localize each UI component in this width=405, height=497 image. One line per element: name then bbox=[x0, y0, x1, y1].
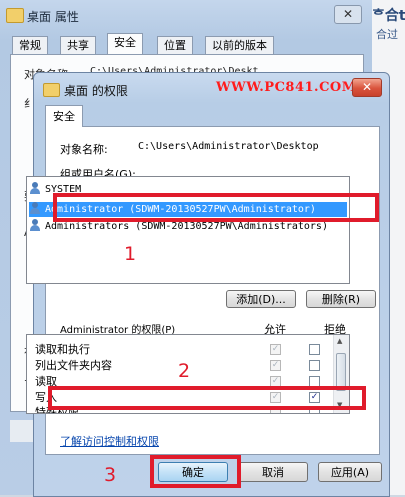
permission-row: 读取和执行 bbox=[27, 343, 333, 357]
close-button[interactable]: ✕ bbox=[352, 78, 382, 97]
help-link[interactable]: 了解访问控制和权限 bbox=[60, 433, 159, 449]
annotation-number: 1 bbox=[124, 243, 137, 265]
apply-button[interactable]: 应用(A) bbox=[318, 462, 382, 482]
remove-button[interactable]: 删除(R) bbox=[306, 290, 376, 308]
deny-checkbox[interactable] bbox=[309, 344, 320, 355]
user-icon bbox=[29, 202, 41, 214]
close-button[interactable]: ✕ bbox=[334, 5, 362, 24]
allow-checkbox[interactable] bbox=[270, 344, 281, 355]
tab-general[interactable]: 常规 bbox=[12, 36, 48, 55]
add-button[interactable]: 添加(D)... bbox=[226, 290, 296, 308]
annotation-number: 3 bbox=[104, 464, 117, 486]
tab-security[interactable]: 安全 bbox=[107, 33, 143, 56]
deny-checkbox[interactable] bbox=[309, 360, 320, 371]
window-title: 桌面 属性 bbox=[27, 10, 79, 24]
desktop-text: ᄒ合t bbox=[372, 8, 405, 24]
group-icon bbox=[29, 219, 41, 231]
tab-location[interactable]: 位置 bbox=[157, 36, 193, 55]
annotation-box-1 bbox=[53, 193, 379, 222]
tab-security[interactable]: 安全 bbox=[45, 105, 83, 127]
annotation-box-3 bbox=[150, 455, 241, 488]
permission-name: 读取和执行 bbox=[35, 343, 90, 356]
tab-sharing[interactable]: 共享 bbox=[60, 36, 96, 55]
permission-name: 列出文件夹内容 bbox=[35, 359, 112, 372]
desktop-text: 合过 bbox=[376, 28, 398, 41]
annotation-box-2 bbox=[48, 386, 366, 410]
allow-checkbox[interactable] bbox=[270, 360, 281, 371]
folder-icon bbox=[43, 83, 60, 97]
folder-icon bbox=[6, 8, 24, 23]
dialog-title: 桌面 的权限 bbox=[64, 84, 128, 98]
scroll-up-icon[interactable]: ▲ bbox=[337, 337, 342, 345]
object-name-label: 对象名称: bbox=[60, 143, 108, 156]
cancel-button[interactable]: 取消 bbox=[238, 462, 308, 482]
annotation-number: 2 bbox=[178, 360, 191, 382]
tab-previous-versions[interactable]: 以前的版本 bbox=[205, 36, 274, 55]
watermark: WWW.PC841.COM bbox=[216, 80, 357, 95]
object-name-value: C:\Users\Administrator\Desktop bbox=[138, 141, 319, 152]
group-icon bbox=[29, 182, 41, 194]
